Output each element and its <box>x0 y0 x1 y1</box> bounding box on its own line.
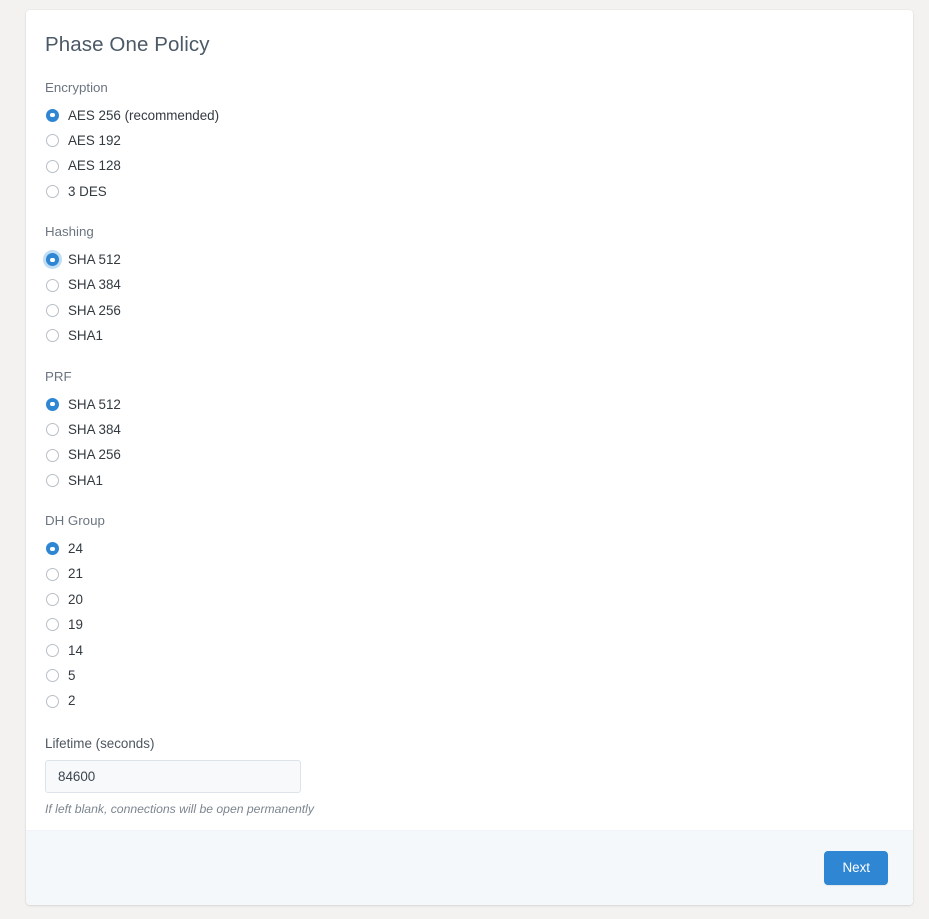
radio-checked-icon[interactable] <box>46 397 59 411</box>
group-label-encryption: Encryption <box>45 79 108 95</box>
radio-groups-container: Encryption AES 256 (recommended) AES 192 AE… <box>45 80 894 714</box>
radio-option-prf-3[interactable]: SHA1 <box>45 468 894 493</box>
radio-option-encryption-2[interactable]: AES 128 <box>45 153 894 178</box>
radio-label: 24 <box>68 541 83 557</box>
radio-option-dh-group-0[interactable]: 24 <box>45 536 894 561</box>
radio-unchecked-icon[interactable] <box>46 669 59 683</box>
radio-option-dh-group-3[interactable]: 19 <box>45 612 894 637</box>
radio-label: 14 <box>68 642 83 658</box>
radio-unchecked-icon[interactable] <box>46 304 59 318</box>
radio-option-prf-2[interactable]: SHA 256 <box>45 442 894 467</box>
radio-label: SHA 384 <box>68 421 121 437</box>
radio-option-dh-group-2[interactable]: 20 <box>45 587 894 612</box>
radio-option-dh-group-4[interactable]: 14 <box>45 638 894 663</box>
card-body: Phase One Policy Encryption AES 256 (reco… <box>26 10 913 905</box>
radio-unchecked-icon[interactable] <box>46 694 59 708</box>
lifetime-label: Lifetime (seconds) <box>45 735 155 751</box>
radio-label: SHA1 <box>68 472 103 488</box>
radio-option-encryption-1[interactable]: AES 192 <box>45 128 894 153</box>
radio-label: 5 <box>68 668 76 684</box>
phase-one-policy-card: Phase One Policy Encryption AES 256 (reco… <box>26 10 913 905</box>
radio-option-hashing-1[interactable]: SHA 384 <box>45 272 894 297</box>
radio-checked-icon[interactable] <box>46 108 59 122</box>
group-label-dh-group: DH Group <box>45 513 105 529</box>
radio-unchecked-icon[interactable] <box>46 278 59 292</box>
radio-unchecked-icon[interactable] <box>46 593 59 607</box>
radio-unchecked-icon[interactable] <box>46 134 59 148</box>
radio-label: 20 <box>68 591 83 607</box>
radio-option-encryption-3[interactable]: 3 DES <box>45 179 894 204</box>
field-group-dh-group: DH Group 24 21 20 19 14 5 2 <box>45 513 894 714</box>
radio-option-hashing-2[interactable]: SHA 256 <box>45 298 894 323</box>
radio-checked-icon[interactable] <box>46 253 59 267</box>
radio-label: SHA 384 <box>68 277 121 293</box>
radio-label: 19 <box>68 617 83 633</box>
radio-label: SHA 256 <box>68 302 121 318</box>
radio-option-hashing-3[interactable]: SHA1 <box>45 323 894 348</box>
radio-label: SHA1 <box>68 328 103 344</box>
radio-label: AES 192 <box>68 132 121 148</box>
group-label-hashing: Hashing <box>45 224 94 240</box>
radio-option-dh-group-5[interactable]: 5 <box>45 663 894 688</box>
radio-unchecked-icon[interactable] <box>46 159 59 173</box>
radio-label: AES 256 (recommended) <box>68 107 220 123</box>
field-group-hashing: Hashing SHA 512 SHA 384 SHA 256 SHA1 <box>45 224 894 349</box>
field-group-encryption: Encryption AES 256 (recommended) AES 192 AE… <box>45 80 894 205</box>
radio-option-prf-0[interactable]: SHA 512 <box>45 392 894 417</box>
radio-label: 2 <box>68 693 76 709</box>
radio-option-dh-group-1[interactable]: 21 <box>45 561 894 586</box>
radio-unchecked-icon[interactable] <box>46 473 59 487</box>
radio-option-encryption-0[interactable]: AES 256 (recommended) <box>45 103 894 128</box>
radio-label: SHA 512 <box>68 252 121 268</box>
radio-unchecked-icon[interactable] <box>46 567 59 581</box>
radio-unchecked-icon[interactable] <box>46 643 59 657</box>
card-footer: Next <box>26 830 913 905</box>
radio-unchecked-icon[interactable] <box>46 448 59 462</box>
next-button[interactable]: Next <box>824 850 888 886</box>
lifetime-input[interactable] <box>45 759 301 793</box>
lifetime-help-text: If left blank, connections will be open … <box>45 801 314 816</box>
field-group-prf: PRF SHA 512 SHA 384 SHA 256 SHA1 <box>45 369 894 494</box>
radio-label: SHA 512 <box>68 396 121 412</box>
radio-unchecked-icon[interactable] <box>46 618 59 632</box>
radio-unchecked-icon[interactable] <box>46 184 59 198</box>
radio-option-prf-1[interactable]: SHA 384 <box>45 417 894 442</box>
radio-unchecked-icon[interactable] <box>46 423 59 437</box>
radio-label: AES 128 <box>68 158 121 174</box>
radio-label: 3 DES <box>68 183 107 199</box>
radio-option-hashing-0[interactable]: SHA 512 <box>45 247 894 272</box>
radio-unchecked-icon[interactable] <box>46 329 59 343</box>
group-label-prf: PRF <box>45 368 72 384</box>
lifetime-field-group: Lifetime (seconds) If left blank, connec… <box>45 736 894 817</box>
page-title: Phase One Policy <box>45 33 210 56</box>
radio-option-dh-group-6[interactable]: 2 <box>45 688 894 713</box>
radio-label: 21 <box>68 566 83 582</box>
radio-label: SHA 256 <box>68 447 121 463</box>
radio-checked-icon[interactable] <box>46 542 59 556</box>
